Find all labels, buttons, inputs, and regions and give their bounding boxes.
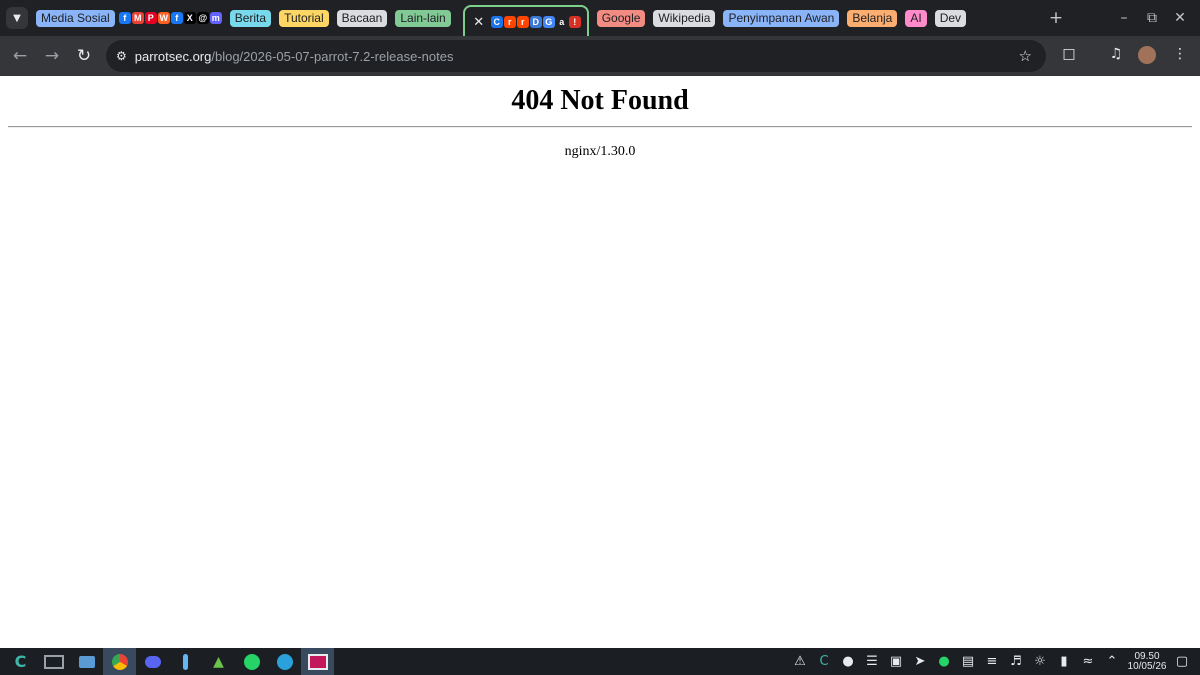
- whatsapp-icon[interactable]: [235, 648, 268, 675]
- show-desktop-icon[interactable]: [37, 648, 70, 675]
- discord-icon[interactable]: [136, 648, 169, 675]
- minimize-button[interactable]: –: [1110, 10, 1138, 26]
- url-path: /blog/2026-05-07-parrot-7.2-release-note…: [211, 48, 454, 64]
- tab-strip: ▼ Media Sosial f M P Wf X @ m Berita Tutorial Baca…: [0, 0, 1200, 37]
- thermometer-icon[interactable]: [169, 648, 202, 675]
- files-icon[interactable]: [70, 648, 103, 675]
- menu-icon[interactable]: ⋮: [1170, 46, 1190, 62]
- notifications-panel-icon[interactable]: ▢: [1170, 648, 1194, 675]
- notes-icon[interactable]: ▤: [956, 648, 980, 675]
- discord-tray-icon[interactable]: ●: [836, 648, 860, 675]
- tab-group-google[interactable]: Google: [596, 9, 646, 27]
- tab-group-bacaan[interactable]: Bacaan: [336, 9, 388, 27]
- chrome-icon[interactable]: [103, 648, 136, 675]
- clock-date: 10/05/26: [1127, 660, 1167, 672]
- tab-group-ai[interactable]: AI: [905, 9, 927, 27]
- server-signature: nginx/1.30.0: [564, 144, 636, 159]
- avatar[interactable]: [1138, 46, 1156, 64]
- media-control-icon[interactable]: ♫: [1106, 46, 1126, 62]
- tab-group-penyimpanan-awan[interactable]: Penyimpanan Awan: [723, 9, 840, 27]
- clock[interactable]: 09.50 10/05/26: [1124, 650, 1170, 672]
- bookmark-star-icon[interactable]: ☆: [1019, 47, 1032, 65]
- cinnamon-icon[interactable]: C: [490, 16, 503, 28]
- close-icon[interactable]: ✕: [471, 15, 487, 30]
- tab-group-media-sosial[interactable]: Media Sosial: [36, 9, 115, 27]
- reload-button[interactable]: ↻: [68, 46, 100, 66]
- social-tab-favicons: f M P Wf X @ m: [118, 12, 222, 24]
- system-monitor-icon[interactable]: ▲: [202, 648, 235, 675]
- facebook-icon[interactable]: f: [118, 12, 131, 24]
- gmail-icon[interactable]: M: [131, 12, 144, 24]
- pinterest-icon[interactable]: P: [144, 12, 157, 24]
- menu-launcher-icon[interactable]: C: [4, 648, 37, 675]
- mastodon-icon[interactable]: m: [209, 12, 222, 24]
- reddit-icon[interactable]: r: [516, 16, 529, 28]
- tab-group-belanja[interactable]: Belanja: [847, 9, 898, 27]
- active-tab[interactable]: ✕ Cr r D Ga!: [462, 5, 589, 37]
- extensions-icon[interactable]: □: [1059, 46, 1079, 62]
- threads-icon[interactable]: @: [196, 12, 209, 24]
- chevron-down-icon: ▼: [13, 12, 21, 24]
- page-content: 404 Not Found nginx/1.30.0: [0, 76, 1200, 648]
- volume-icon[interactable]: ♬: [1004, 648, 1028, 675]
- close-window-button[interactable]: ✕: [1166, 10, 1194, 26]
- wattpad-icon[interactable]: W: [157, 12, 170, 24]
- tab-group-wikipedia[interactable]: Wikipedia: [653, 9, 716, 27]
- clipboard-icon[interactable]: ▣: [884, 648, 908, 675]
- clock-time: 09.50: [1134, 650, 1160, 662]
- restore-button[interactable]: ⧉: [1138, 10, 1166, 26]
- cinnamon-tray-icon[interactable]: C: [812, 648, 836, 675]
- screenshot-icon[interactable]: [301, 648, 334, 675]
- site-info-icon[interactable]: ⚙: [116, 49, 127, 63]
- alert-icon[interactable]: !: [568, 16, 581, 28]
- globe-icon[interactable]: G: [542, 16, 555, 28]
- tab-group-tutorial[interactable]: Tutorial: [279, 9, 329, 27]
- x-icon[interactable]: X: [183, 12, 196, 24]
- telegram-icon[interactable]: [268, 648, 301, 675]
- omnibox[interactable]: ⚙ parrotsec.org/blog/2026-05-07-parrot-7…: [106, 40, 1046, 72]
- url-host: parrotsec.org: [134, 48, 212, 64]
- tab-search-button[interactable]: ▼: [6, 7, 28, 29]
- tab-group-lain-lain[interactable]: Lain-lain: [395, 9, 451, 27]
- whatsapp-tray-icon[interactable]: ●: [932, 648, 956, 675]
- chevron-up-icon[interactable]: ⌃: [1100, 648, 1124, 675]
- taskbar: C ▲ ⚠ C ● ☰ ▣ ➤ ● ▤ ≡ ♬ ☼ ▮ ≈ ⌃ 09.50 10…: [0, 648, 1200, 675]
- facebook-icon[interactable]: f: [170, 12, 183, 24]
- back-button[interactable]: ←: [4, 46, 36, 66]
- equalizer-icon[interactable]: ☰: [860, 648, 884, 675]
- notification-icon[interactable]: ⚠: [788, 648, 812, 675]
- tab-group-berita[interactable]: Berita: [229, 9, 272, 27]
- app-icon[interactable]: a: [555, 16, 568, 28]
- brightness-icon[interactable]: ☼: [1028, 648, 1052, 675]
- tab-group-dev[interactable]: Dev: [934, 9, 967, 27]
- error-heading: 404 Not Found: [511, 85, 689, 116]
- d-icon[interactable]: D: [529, 16, 542, 28]
- reddit-icon[interactable]: r: [503, 16, 516, 28]
- list-icon[interactable]: ≡: [980, 648, 1004, 675]
- forward-button[interactable]: →: [36, 46, 68, 66]
- telegram-tray-icon[interactable]: ➤: [908, 648, 932, 675]
- divider: [8, 126, 1192, 128]
- toolbar: ← → ↻ ⚙ parrotsec.org/blog/2026-05-07-pa…: [0, 36, 1200, 76]
- wifi-icon[interactable]: ≈: [1076, 648, 1100, 675]
- battery-icon[interactable]: ▮: [1052, 648, 1076, 675]
- new-tab-button[interactable]: +: [1042, 8, 1070, 28]
